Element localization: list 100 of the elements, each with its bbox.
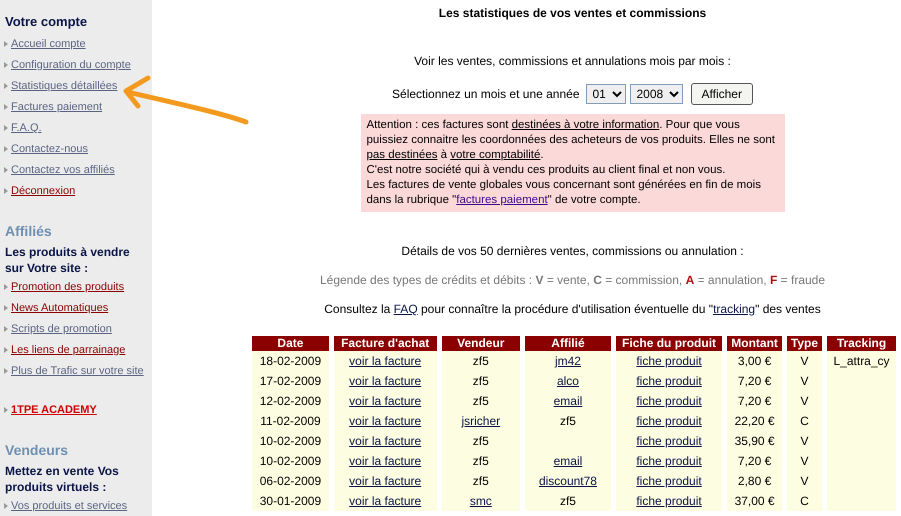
table-link[interactable]: voir la facture [349,414,422,428]
table-cell: C [786,411,822,431]
year-select[interactable]: 2008 [630,84,682,104]
column-header: Tracking [827,336,896,351]
bullet-icon [4,125,8,131]
show-button[interactable]: Afficher [690,83,753,105]
bullet-icon [4,503,8,509]
bullet-icon [4,104,8,110]
section-subheading: Les produits à vendre sur Votre site : [5,244,131,276]
sidebar-link[interactable]: Plus de Trafic sur votre site [11,362,144,380]
table-link[interactable]: alco [556,374,579,388]
table-link[interactable]: voir la facture [349,474,422,488]
table-link[interactable]: fiche produit [636,454,702,468]
section-heading: Vendeurs [5,440,70,460]
text-link[interactable]: factures paiement [456,194,548,206]
sidebar-link[interactable]: News Automatiques [11,300,108,316]
legend-text: Légende des types de crédits et débits : V = vente, C = commission, A = annulation, F = fraude [318,272,826,289]
table-link[interactable]: voir la facture [349,354,422,368]
table-cell: zf5 [442,471,520,491]
details-heading: Détails de vos 50 dernières ventes, commissions ou annulation : [400,243,745,260]
column-header: Vendeur [442,336,520,351]
table-link[interactable]: smc [470,494,492,508]
table-cell: 2,80 € [727,471,782,491]
table-cell: L_attra_cy [827,351,896,371]
intro-text: Voir les ventes, commissions et annulations mois par mois : [413,53,732,70]
table-link[interactable]: jm42 [554,354,581,368]
bullet-icon [4,368,8,374]
column-header: Type [786,336,822,351]
sidebar-link[interactable]: Déconnexion [11,182,76,200]
faq-text: Consultez la FAQ pour connaître la procédure d'utilisation éventuelle du "tracking" des ventes [323,301,822,318]
column-header: Facture d'achat [334,336,436,351]
table-cell: zf5 [525,411,611,431]
table-link[interactable]: jsricher [461,414,500,428]
bullet-icon [4,284,8,290]
sidebar-link[interactable]: Les liens de parrainage [11,342,126,358]
table-link[interactable]: email [554,394,582,408]
table-link[interactable]: fiche produit [636,354,702,368]
bullet-icon [4,188,8,194]
table-cell: 06-02-2009 [252,471,329,491]
sidebar-link[interactable]: Accueil compte [11,36,86,52]
table-cell: 7,20 € [727,451,782,471]
text-link[interactable]: FAQ [394,302,418,316]
column-header: Affilié [525,336,611,351]
column-header: Fiche du produit [616,336,722,351]
column-header: Date [252,336,329,351]
bullet-icon [4,167,8,173]
sidebar-link[interactable]: F.A.Q. [11,120,42,136]
sidebar-link[interactable]: Contactez vos affiliés [11,162,115,178]
table-cell: V [786,371,822,391]
table-cell: 12-02-2009 [252,391,329,411]
table-link[interactable]: fiche produit [636,494,702,508]
table-cell: V [786,391,822,411]
table-cell: 3,00 € [727,351,782,371]
table-link[interactable]: fiche produit [636,434,702,448]
table-cell: V [786,431,822,451]
table-link[interactable]: fiche produit [636,414,702,428]
table-cell: 35,90 € [727,431,782,451]
table-cell: zf5 [442,371,520,391]
notice-text: C'est notre société qui à vendu ces produits au client final et non vous. [366,163,726,178]
section-heading: Affiliés [5,222,53,240]
sidebar-link[interactable]: Contactez-nous [11,140,88,158]
table-link[interactable]: discount78 [538,474,597,488]
bullet-icon [4,62,8,68]
table-link[interactable]: voir la facture [349,374,422,388]
table-cell: 18-02-2009 [252,351,329,371]
table-cell: V [786,451,822,471]
bullet-icon [4,347,8,353]
table-link[interactable]: voir la facture [349,494,422,508]
sidebar-link[interactable]: Promotion des produits [11,278,124,296]
table-cell: 7,20 € [727,371,782,391]
sidebar-link[interactable]: Configuration du compte [11,56,131,74]
table-link[interactable]: voir la facture [349,434,422,448]
notice-text: Attention : ces factures sont destinées à votre information. Pour que vous puissiez connaitre les coordonnées des acheteurs de vos produits. Elles ne sont pas destinées à votre comptabilité. [366,118,776,163]
sidebar-link[interactable]: 1TPE ACADEMY [11,402,97,418]
month-select[interactable]: 01 [586,84,626,104]
table-cell: 10-02-2009 [252,451,329,471]
bullet-icon [4,305,8,311]
notice-text: Les factures de vente globales vous concernant sont générées en fin de mois dans la rubrique "factures paiement" de votre compte. [366,178,762,208]
bullet-icon [4,407,8,413]
table-cell: V [786,471,822,491]
sidebar-link[interactable]: Vos produits et services [11,498,128,514]
table-link[interactable]: fiche produit [636,394,702,408]
sidebar-link[interactable]: Factures paiement [11,98,102,116]
table-link[interactable]: voir la facture [349,394,422,408]
bullet-icon [4,146,8,152]
table-cell: V [786,351,822,371]
bullet-icon [4,83,8,89]
table-link[interactable]: fiche produit [636,374,702,388]
table-link[interactable]: fiche produit [636,474,702,488]
sidebar-link[interactable]: Scripts de promotion [11,320,112,338]
table-cell: 10-02-2009 [252,431,329,451]
bullet-icon [4,41,8,47]
text-link[interactable]: tracking [713,302,756,316]
sidebar-link[interactable]: Statistiques détaillées [11,78,118,94]
table-cell: 22,20 € [727,411,782,431]
table-cell: C [786,491,822,511]
filter-label: Sélectionnez un mois et une année [392,86,580,103]
table-link[interactable]: email [554,454,582,468]
table-cell: 17-02-2009 [252,371,329,391]
table-link[interactable]: voir la facture [349,454,422,468]
